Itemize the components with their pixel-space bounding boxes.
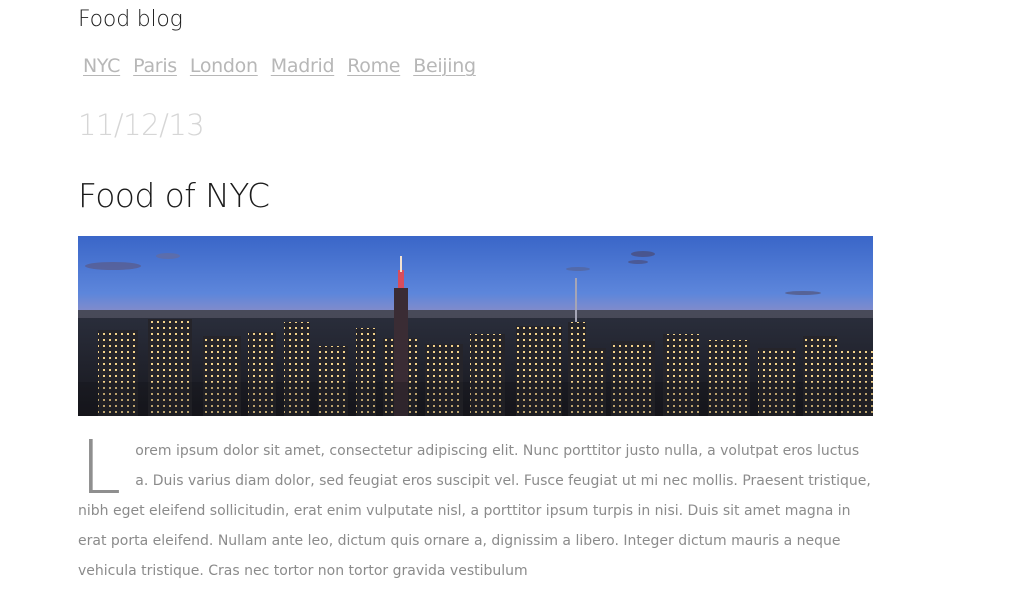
drop-cap: L xyxy=(80,425,122,511)
post-body: Lorem ipsum dolor sit amet, consectetur … xyxy=(78,425,876,586)
nav-link-paris[interactable]: Paris xyxy=(133,55,177,77)
nav-link-rome[interactable]: Rome xyxy=(347,55,400,77)
nav-link-london[interactable]: London xyxy=(190,55,258,77)
nav-link-beijing[interactable]: Beijing xyxy=(413,55,476,77)
post-title: Food of NYC xyxy=(78,176,270,215)
post-date: 11/12/13 xyxy=(78,108,205,142)
skyline-illustration xyxy=(78,236,873,416)
nav-link-madrid[interactable]: Madrid xyxy=(271,55,335,77)
post-body-text: orem ipsum dolor sit amet, consectetur a… xyxy=(78,443,871,579)
hero-image-nyc-skyline xyxy=(78,236,873,416)
nav-link-nyc[interactable]: NYC xyxy=(83,55,120,77)
page: Food blog NYC Paris London Madrid Rome B… xyxy=(0,0,1010,595)
site-title[interactable]: Food blog xyxy=(78,7,183,32)
city-nav: NYC Paris London Madrid Rome Beijing xyxy=(83,55,476,77)
